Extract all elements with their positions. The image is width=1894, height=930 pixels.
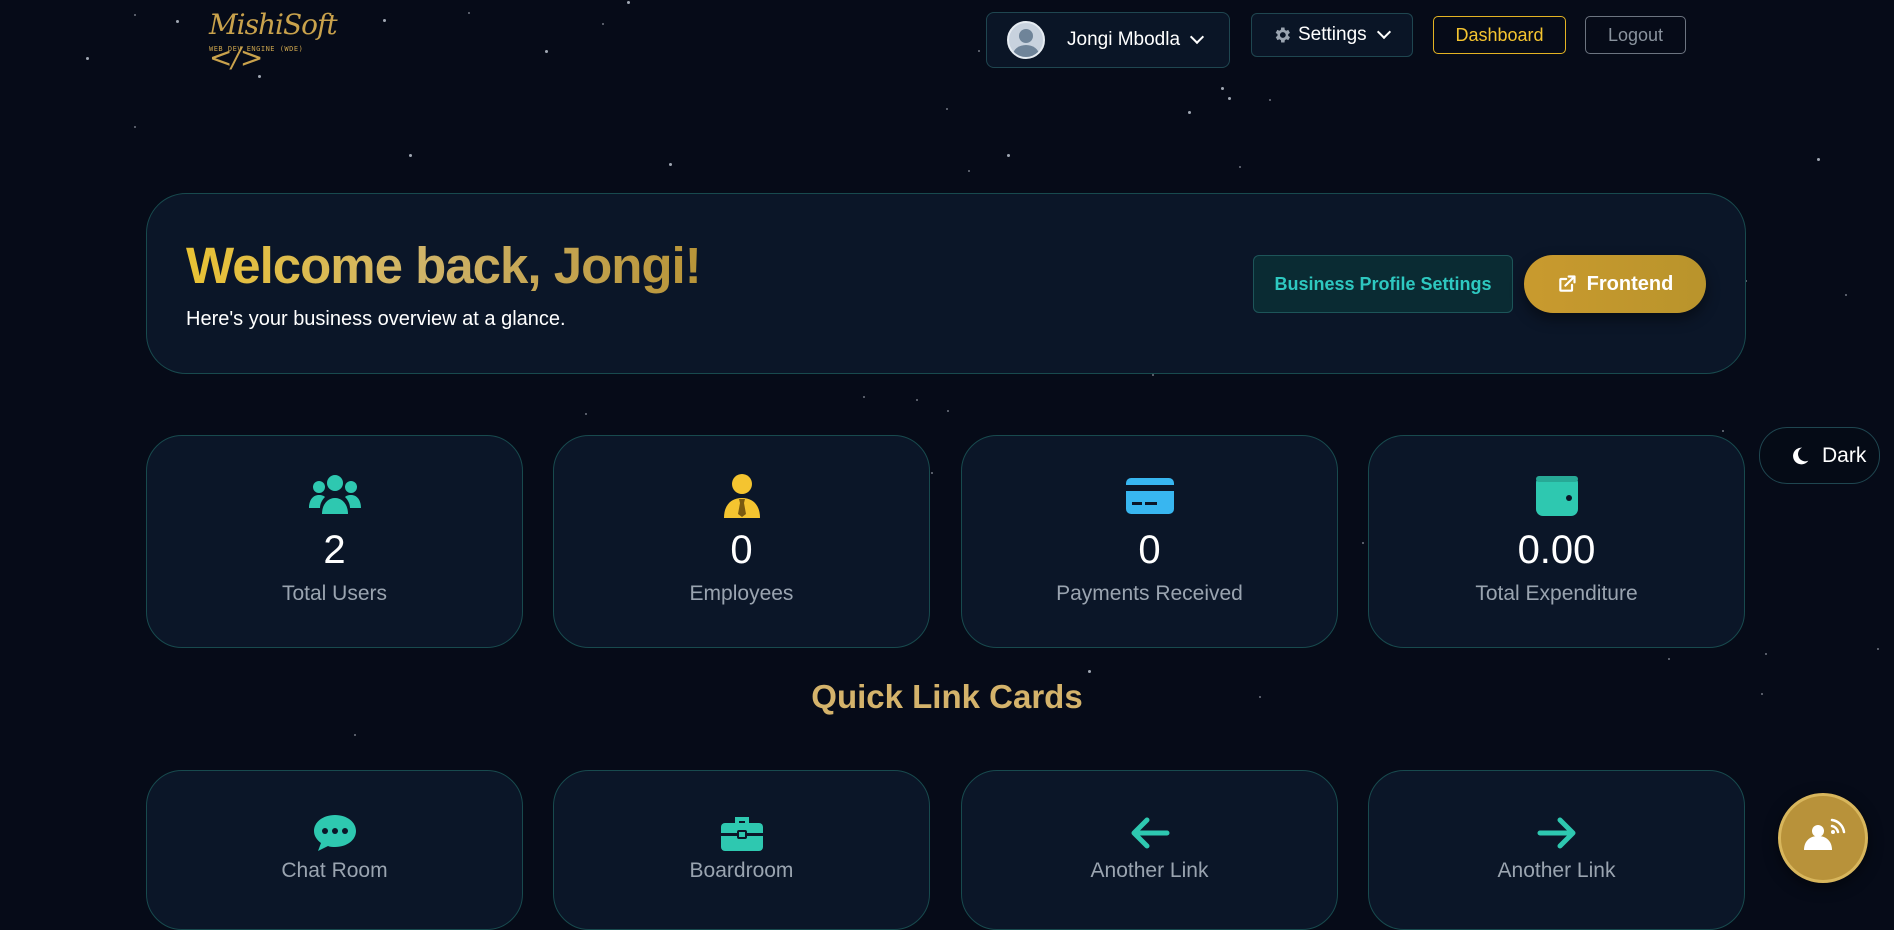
stat-value: 0.00 [1517, 528, 1596, 572]
stat-label: Total Users [281, 582, 388, 605]
theme-toggle-button[interactable]: Dark [1759, 427, 1880, 484]
assistant-fab-button[interactable] [1778, 793, 1868, 883]
quick-link-label: Another Link [1497, 859, 1616, 882]
stat-card-total-expenditure[interactable]: 0.00 Total Expenditure [1368, 435, 1745, 648]
gear-icon [1275, 27, 1290, 43]
credit-card-icon [1125, 478, 1174, 514]
logout-button[interactable]: Logout [1585, 16, 1686, 54]
user-menu-button[interactable]: Jongi Mbodla [986, 12, 1230, 68]
wallet-icon [1535, 476, 1578, 516]
chat-icon [313, 815, 356, 851]
quick-link-label: Chat Room [281, 859, 388, 882]
users-icon [308, 475, 361, 514]
dashboard-button[interactable]: Dashboard [1433, 16, 1566, 54]
logo-subtitle: WEB DEV ENGINE (WDE) [209, 45, 304, 53]
stat-label: Total Expenditure [1475, 582, 1638, 605]
chevron-down-icon [1189, 29, 1205, 45]
user-name: Jongi Mbodla [1067, 29, 1181, 50]
welcome-card: Welcome back, Jongi! Here's your busines… [146, 193, 1746, 374]
moon-icon [1793, 447, 1809, 464]
welcome-subtitle: Here's your business overview at a glanc… [186, 308, 566, 330]
stat-value: 0 [730, 528, 753, 572]
external-link-icon [1558, 275, 1576, 292]
quick-link-boardroom[interactable]: Boardroom [553, 770, 930, 930]
avatar [1007, 21, 1045, 59]
briefcase-icon [720, 817, 763, 851]
logo-text: MishiSoft </> [209, 8, 338, 74]
stat-value: 0 [1138, 528, 1161, 572]
theme-toggle-label: Dark [1822, 443, 1867, 467]
frontend-button[interactable]: Frontend [1524, 255, 1706, 313]
chevron-down-icon [1376, 24, 1391, 40]
frontend-label: Frontend [1586, 272, 1674, 295]
business-profile-settings-button[interactable]: Business Profile Settings [1253, 255, 1513, 313]
settings-menu-button[interactable]: Settings [1251, 13, 1413, 57]
quick-link-label: Another Link [1090, 859, 1209, 882]
brand-logo[interactable]: MishiSoft </> WEB DEV ENGINE (WDE) [205, 8, 338, 74]
stat-card-payments-received[interactable]: 0 Payments Received [961, 435, 1338, 648]
quick-links-title: Quick Link Cards [811, 678, 1083, 715]
stat-value: 2 [323, 528, 346, 572]
concierge-bell-icon [1804, 818, 1846, 850]
quick-link-another-link-forward[interactable]: Another Link [1368, 770, 1745, 930]
page-title: Welcome back, Jongi! [186, 237, 702, 294]
quick-link-chat-room[interactable]: Chat Room [146, 770, 523, 930]
stat-card-employees[interactable]: 0 Employees [553, 435, 930, 648]
settings-label: Settings [1298, 24, 1367, 45]
arrow-left-icon [1131, 817, 1169, 849]
quick-link-label: Boardroom [689, 859, 794, 882]
stat-label: Employees [689, 582, 794, 605]
arrow-right-icon [1537, 817, 1575, 849]
employee-icon [723, 474, 760, 518]
stat-card-total-users[interactable]: 2 Total Users [146, 435, 523, 648]
stat-label: Payments Received [1056, 582, 1243, 605]
quick-link-another-link-back[interactable]: Another Link [961, 770, 1338, 930]
